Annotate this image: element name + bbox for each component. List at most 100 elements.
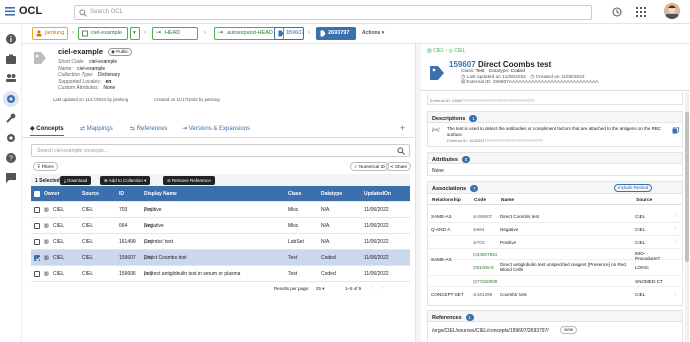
detail-owner-link[interactable]: CIEL: [433, 48, 444, 54]
organizations-icon[interactable]: [5, 54, 17, 66]
feedback-icon[interactable]: [5, 172, 17, 184]
download-button[interactable]: ⤓ Download: [60, 176, 92, 185]
field-custom-attributes: Custom Attributes: None: [58, 85, 116, 91]
more-vert-icon[interactable]: ⋮: [673, 213, 678, 219]
breadcrumb-collection[interactable]: ciel-example: [78, 27, 128, 40]
search-box[interactable]: Search OCL: [74, 5, 592, 20]
tab-versions-expansions[interactable]: ⇥ Versions & Expansions: [182, 125, 250, 132]
svg-text:?: ?: [9, 156, 13, 163]
breadcrumb-owner[interactable]: jamlung: [32, 27, 68, 40]
cell-source: CIEL: [82, 255, 94, 261]
menu-icon[interactable]: [5, 7, 15, 16]
recent-history-icon[interactable]: [612, 7, 622, 17]
cell-owner: CIEL: [53, 207, 65, 213]
row-checkbox[interactable]: [34, 271, 40, 277]
apps-grid-icon[interactable]: [636, 7, 646, 17]
breadcrumb-concept-version[interactable]: 2693797: [316, 27, 356, 40]
association-row[interactable]: Q-AND-A ⊜ 664 Negative CIEL ⋮: [427, 223, 683, 236]
col-datatype[interactable]: Datatype: [321, 186, 342, 202]
prev-page-icon[interactable]: ‹: [372, 285, 374, 290]
breadcrumb-concept[interactable]: 159607: [274, 27, 304, 40]
table-row-selected[interactable]: ▥ CIEL CIEL 159607 Direct Coombs test [e…: [31, 250, 410, 266]
assoc-code[interactable]: ⊜ 664: [473, 227, 485, 233]
concept-search-box[interactable]: Search ciel-example concepts...: [31, 144, 410, 157]
add-tab-button[interactable]: +: [400, 123, 405, 133]
share-icon: ≺: [390, 164, 394, 169]
rows-per-page-select[interactable]: 25 ▾: [316, 286, 325, 292]
more-vert-icon[interactable]: ⋮: [673, 291, 678, 297]
col-source[interactable]: Source: [82, 186, 99, 202]
more-vert-icon[interactable]: ⋮: [673, 239, 678, 245]
col-class[interactable]: Class: [288, 186, 301, 202]
cell-updated: 11/06/2022: [364, 255, 389, 261]
assoc-code[interactable]: ⊡ 34807851: [473, 252, 497, 258]
search-icon[interactable]: [397, 147, 405, 155]
actions-menu[interactable]: Actions ▾: [362, 30, 384, 36]
detail-source-link[interactable]: CIEL: [454, 48, 465, 54]
references-tab-icon: ⇆: [130, 126, 136, 132]
assoc-code[interactable]: ⊡ 51006-5: [473, 265, 494, 271]
search-input[interactable]: Search OCL: [90, 9, 123, 15]
select-all-checkbox[interactable]: [34, 191, 40, 197]
col-owner[interactable]: Owner: [44, 186, 60, 202]
row-checkbox[interactable]: [34, 239, 40, 245]
association-row[interactable]: ⊡ 77020008 SNOMED-CT: [427, 276, 683, 287]
cell-updated: 11/06/2022: [364, 223, 389, 229]
col-updated-on[interactable]: UpdatedOn: [364, 186, 391, 202]
association-row[interactable]: SAME-AS ⊜ 159607 Direct Coombs test CIEL…: [427, 210, 683, 223]
copy-icon[interactable]: [672, 127, 679, 134]
share-button[interactable]: ≺ Share: [386, 162, 412, 171]
filters-button[interactable]: ⊽ Filters: [33, 162, 58, 171]
row-checkbox-checked[interactable]: [34, 255, 41, 262]
breadcrumb: jamlung › ciel-example ▾ › ⇥ HEAD › ⇥ au…: [22, 24, 690, 44]
cell-datatype: N/A: [321, 223, 330, 229]
org-icon: ▥: [427, 48, 432, 54]
assoc-source: CIEL: [635, 214, 646, 219]
remove-reference-button[interactable]: ⊖ Remove Reference: [163, 176, 215, 185]
org-icon: ▥: [44, 239, 49, 245]
detail-scrollbar[interactable]: [685, 92, 689, 342]
table-row[interactable]: ▥ CIEL CIEL 664 Negative [en] Misc N/A 1…: [31, 218, 410, 234]
collection-created: Created on 11/17/2022 by jamlung: [154, 97, 220, 102]
association-row[interactable]: ⊡ 51006-5 Direct antiglobulin test unspe…: [427, 260, 683, 276]
next-page-icon[interactable]: ›: [382, 285, 384, 290]
row-checkbox[interactable]: [34, 207, 40, 213]
more-vert-icon[interactable]: ⋮: [673, 226, 678, 232]
table-row[interactable]: ▥ CIEL CIEL 161499 Coombs' test [en] Lab…: [31, 234, 410, 250]
row-checkbox[interactable]: [34, 223, 40, 229]
concept-search-input[interactable]: Search ciel-example concepts...: [37, 148, 108, 154]
help-icon[interactable]: ?: [5, 152, 17, 164]
collection-name: ciel-example: [58, 47, 104, 56]
concept-meta: Class: Test Datatype: Coded ◷ Last updat…: [461, 69, 599, 86]
include-retired-toggle[interactable]: Include Retired: [614, 184, 653, 192]
numerical-id-toggle[interactable]: ✓ Numerical ID: [350, 162, 390, 171]
users-icon[interactable]: [5, 72, 17, 84]
collection-dropdown-button[interactable]: ▾: [130, 27, 140, 40]
cell-class: Misc: [288, 207, 299, 213]
mappings-tab-icon: ⇄: [80, 126, 86, 132]
assoc-code[interactable]: ⊜ 703: [473, 240, 485, 246]
assoc-code[interactable]: ⊜ 159607: [473, 214, 492, 220]
info-icon[interactable]: [5, 33, 17, 45]
association-row[interactable]: SAME-AS ⊡ 34807851 IMO-ProcedureIT: [427, 249, 683, 262]
association-row[interactable]: CONCEPT-SET ⊜ 161499 Coombs' test CIEL ⋮: [427, 287, 683, 301]
reference-view-button[interactable]: view: [560, 326, 578, 334]
tools-icon[interactable]: [5, 112, 17, 124]
breadcrumb-version[interactable]: ⇥ HEAD: [152, 27, 198, 40]
settings-icon[interactable]: [5, 132, 17, 144]
app-logo[interactable]: OCL: [19, 5, 42, 17]
sources-icon[interactable]: [3, 91, 19, 107]
association-row[interactable]: ⊜ 703 Positive CIEL ⋮: [427, 236, 683, 249]
col-display-name[interactable]: Display Name: [144, 186, 177, 202]
assoc-code[interactable]: ⊡ 77020008: [473, 279, 497, 285]
tab-mappings[interactable]: ⇄ Mappings: [80, 125, 113, 132]
user-avatar[interactable]: [664, 3, 680, 19]
versions-tab-icon: ⇥: [182, 126, 188, 132]
tab-concepts[interactable]: ◈ Concepts: [30, 125, 64, 136]
table-row[interactable]: ▥ CIEL CIEL 703 Positive [en] Misc N/A 1…: [31, 202, 410, 218]
tab-references[interactable]: ⇆ References: [130, 125, 167, 132]
col-id[interactable]: ID: [119, 186, 124, 202]
add-to-collection-button[interactable]: ⊕ Add to Collection ▾: [100, 176, 151, 185]
table-row[interactable]: ▥ CIEL CIEL 159606 Indirect antiglobulin…: [31, 266, 410, 282]
assoc-code[interactable]: ⊜ 161499: [473, 292, 492, 298]
